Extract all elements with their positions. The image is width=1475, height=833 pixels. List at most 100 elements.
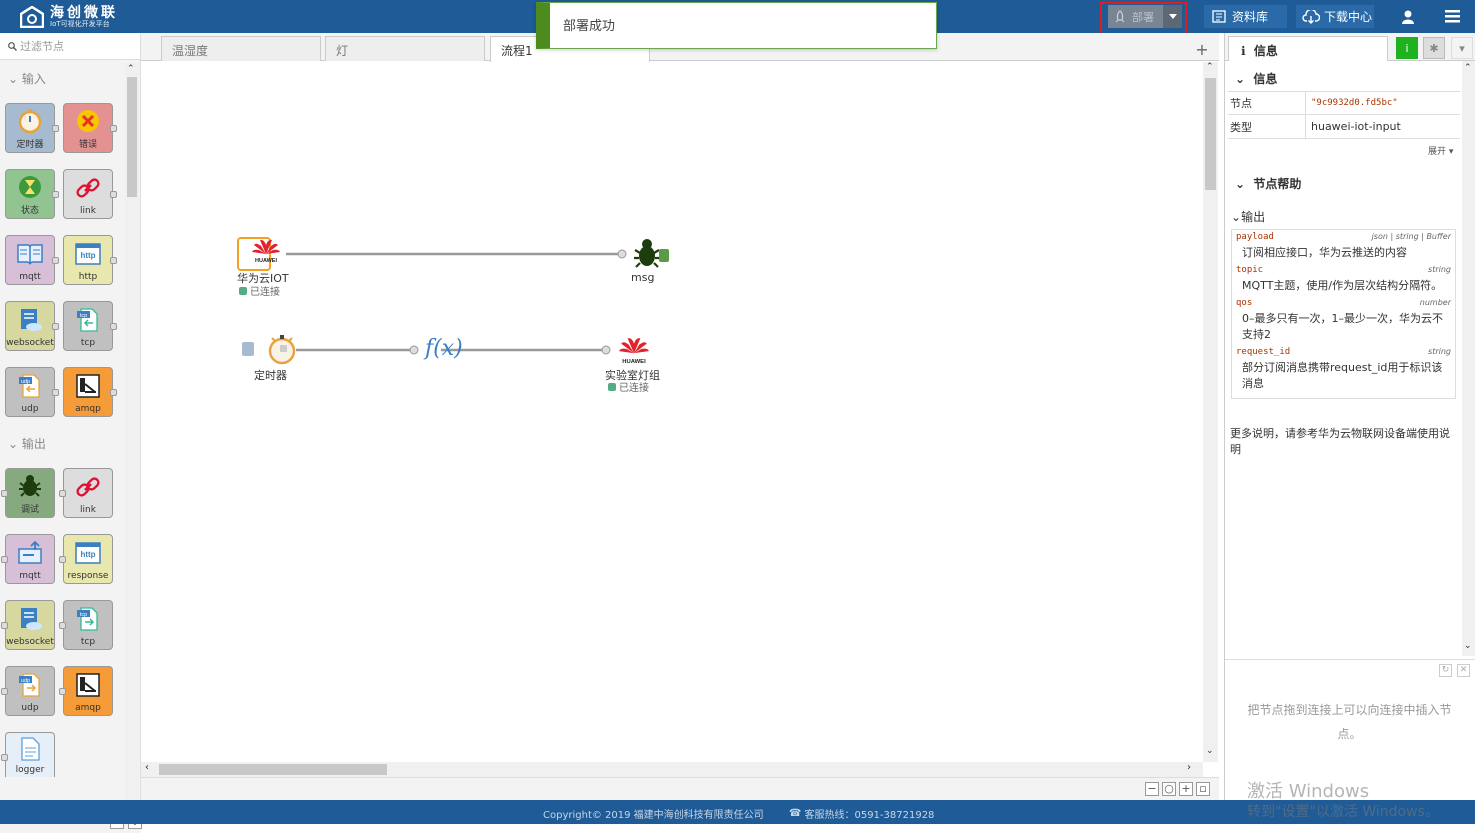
category-output[interactable]: ⌄ 输出 bbox=[8, 435, 46, 452]
help-prop-topic: topic string bbox=[1236, 265, 1451, 275]
palette-node-amqp-out[interactable]: amqp bbox=[59, 666, 113, 716]
huawei-out-input-port[interactable] bbox=[601, 345, 611, 355]
palette-node-http-in[interactable]: http http bbox=[63, 235, 117, 285]
tab-temperature-humidity[interactable]: 温湿度 bbox=[161, 36, 321, 61]
palette-node-label: 状态 bbox=[20, 206, 39, 216]
flow-node-huawei-iot-in[interactable]: HUAWEI bbox=[237, 237, 280, 271]
debug-input-port[interactable] bbox=[617, 249, 627, 259]
palette-node-tcp-in[interactable]: tcp tcp bbox=[63, 301, 117, 351]
flow-node-label: msg bbox=[631, 271, 655, 284]
palette-node-status[interactable]: 状态 bbox=[5, 169, 59, 219]
refresh-tip-icon[interactable]: ↻ bbox=[1439, 664, 1452, 677]
palette-node-catch[interactable]: 错误 bbox=[63, 103, 117, 153]
copyright-text: Copyright© 2019 福建中海创科技有限责任公司 bbox=[543, 810, 764, 821]
palette-node-udp-in[interactable]: udp udp bbox=[5, 367, 59, 417]
hotline: ☎ 客服热线：0591-38721928 bbox=[789, 806, 934, 821]
canvas-horizontal-scrollbar[interactable]: ‹ › bbox=[141, 762, 1203, 777]
huawei-brand-text: HUAWEI bbox=[255, 258, 277, 264]
palette-node-label: response bbox=[67, 571, 109, 581]
prop-desc: 订阅相应接口，华为云推送的内容 bbox=[1242, 246, 1407, 259]
category-input[interactable]: ⌄ 输入 bbox=[8, 70, 46, 87]
vertical-scroll-thumb[interactable] bbox=[1205, 78, 1216, 190]
navigator-button[interactable]: ▫ bbox=[1196, 782, 1210, 796]
stopwatch-icon bbox=[18, 108, 42, 133]
flow-node-status: 已连接 bbox=[239, 283, 280, 298]
watermark-line2: 转到"设置"以激活 Windows。 bbox=[1247, 804, 1439, 820]
flow-node-function[interactable]: f(x) bbox=[425, 336, 463, 361]
expand-link[interactable]: 展开 ▾ bbox=[1428, 144, 1453, 157]
section-node-help[interactable]: ⌄ 节点帮助 bbox=[1235, 175, 1301, 192]
palette-node-label: websocket bbox=[6, 338, 54, 348]
help-prop-payload: payload json | string | Buffer bbox=[1236, 232, 1451, 242]
bug-icon bbox=[634, 239, 669, 268]
palette-node-http-response[interactable]: http response bbox=[59, 534, 113, 584]
scroll-down-icon[interactable]: ⌄ bbox=[1464, 641, 1472, 651]
palette-node-udp-out[interactable]: udp udp bbox=[1, 666, 55, 716]
flow-node-huawei-lab-lights[interactable]: HUAWEI bbox=[618, 334, 650, 369]
windows-activation-watermark: 激活 Windows 转到"设置"以激活 Windows。 bbox=[1247, 782, 1439, 822]
logo: 海创微联 IoT可视化开发平台 bbox=[20, 6, 118, 28]
info-panel-button[interactable]: i bbox=[1396, 37, 1418, 59]
deploy-menu-button[interactable] bbox=[1163, 5, 1182, 28]
main-menu-button[interactable] bbox=[1440, 5, 1464, 28]
output-heading[interactable]: ⌄输出 bbox=[1231, 208, 1265, 225]
tab-info[interactable]: ℹ 信息 bbox=[1228, 36, 1388, 61]
zoom-out-button[interactable]: − bbox=[1145, 782, 1159, 796]
section-info[interactable]: ⌄ 信息 bbox=[1235, 70, 1277, 87]
sidebar-tabs: ℹ 信息 i ✱ ▾ bbox=[1225, 33, 1475, 61]
scroll-left-icon[interactable]: ‹ bbox=[145, 762, 149, 773]
download-center-button[interactable]: 下载中心 bbox=[1296, 5, 1374, 28]
deploy-button[interactable]: 部署 bbox=[1108, 5, 1163, 28]
palette-scroll-thumb[interactable] bbox=[127, 77, 137, 197]
scroll-down-icon[interactable]: ⌄ bbox=[1206, 746, 1214, 756]
palette-node-link-out[interactable]: link bbox=[59, 468, 113, 518]
close-tip-icon[interactable]: ✕ bbox=[1457, 664, 1470, 677]
timer-inject-button[interactable] bbox=[242, 342, 254, 356]
huawei-logo-icon: HUAWEI bbox=[252, 239, 280, 264]
palette-node-mqtt-in[interactable]: mqtt bbox=[5, 235, 59, 285]
scroll-up-icon[interactable]: ⌃ bbox=[127, 64, 135, 74]
palette-node-timer[interactable]: 定时器 bbox=[5, 103, 59, 153]
palette-node-logger[interactable]: logger bbox=[1, 732, 55, 777]
user-button[interactable] bbox=[1396, 5, 1420, 28]
add-tab-button[interactable]: + bbox=[1191, 40, 1213, 60]
function-input-port[interactable] bbox=[409, 345, 419, 355]
prop-desc: 部分订阅消息携带request_id用于标识该消息 bbox=[1242, 361, 1443, 390]
svg-text:tcp: tcp bbox=[80, 313, 87, 319]
hotline-text: 客服热线：0591-38721928 bbox=[804, 810, 935, 821]
canvas-vertical-scrollbar[interactable]: ⌃ ⌄ bbox=[1203, 62, 1218, 762]
palette-node-link-in[interactable]: link bbox=[63, 169, 117, 219]
expand-label: 展开 bbox=[1428, 147, 1447, 157]
debug-panel-button[interactable]: ✱ bbox=[1423, 37, 1445, 59]
flow-node-label: 定时器 bbox=[254, 369, 287, 382]
scroll-up-icon[interactable]: ⌃ bbox=[1464, 63, 1472, 73]
palette-node-debug[interactable]: 调试 bbox=[1, 468, 55, 518]
palette-node-websocket-in[interactable]: websocket bbox=[5, 301, 59, 351]
palette-node-mqtt-out[interactable]: mqtt bbox=[1, 534, 55, 584]
zoom-in-button[interactable]: + bbox=[1179, 782, 1193, 796]
scroll-up-icon[interactable]: ⌃ bbox=[1206, 62, 1214, 72]
prop-name: payload bbox=[1236, 232, 1274, 242]
tab-label: 灯 bbox=[336, 44, 349, 58]
flow-node-timer[interactable] bbox=[266, 333, 298, 368]
bug-icon bbox=[19, 474, 41, 497]
flow-canvas[interactable]: HUAWEI 华为云IOT 已连接 msg 定时器 f(x) HUAWEI 实验… bbox=[141, 62, 1203, 762]
palette-scrollbar[interactable]: ⌃ ⌄ bbox=[125, 63, 139, 810]
palette-node-amqp-in[interactable]: amqp bbox=[63, 367, 117, 417]
tab-light[interactable]: 灯 bbox=[325, 36, 485, 61]
amqp-icon bbox=[76, 673, 100, 697]
palette-node-websocket-out[interactable]: websocket bbox=[1, 600, 55, 650]
horizontal-scroll-thumb[interactable] bbox=[159, 764, 387, 775]
book-icon bbox=[1212, 10, 1226, 23]
library-button[interactable]: 资料库 bbox=[1204, 5, 1287, 28]
websocket-icon bbox=[21, 309, 42, 331]
sidebar-scrollbar[interactable]: ⌃ ⌄ bbox=[1462, 61, 1475, 656]
scroll-right-icon[interactable]: › bbox=[1187, 762, 1191, 773]
filter-nodes-input[interactable]: 过滤节点 bbox=[0, 33, 140, 60]
flow-node-debug[interactable] bbox=[631, 238, 669, 268]
logo-icon bbox=[20, 6, 44, 28]
flow-node-status: 已连接 bbox=[608, 379, 649, 394]
zoom-reset-button[interactable]: ○ bbox=[1162, 782, 1176, 796]
palette-node-tcp-out[interactable]: tcp tcp bbox=[59, 600, 113, 650]
sidebar-menu-button[interactable]: ▾ bbox=[1451, 37, 1473, 59]
